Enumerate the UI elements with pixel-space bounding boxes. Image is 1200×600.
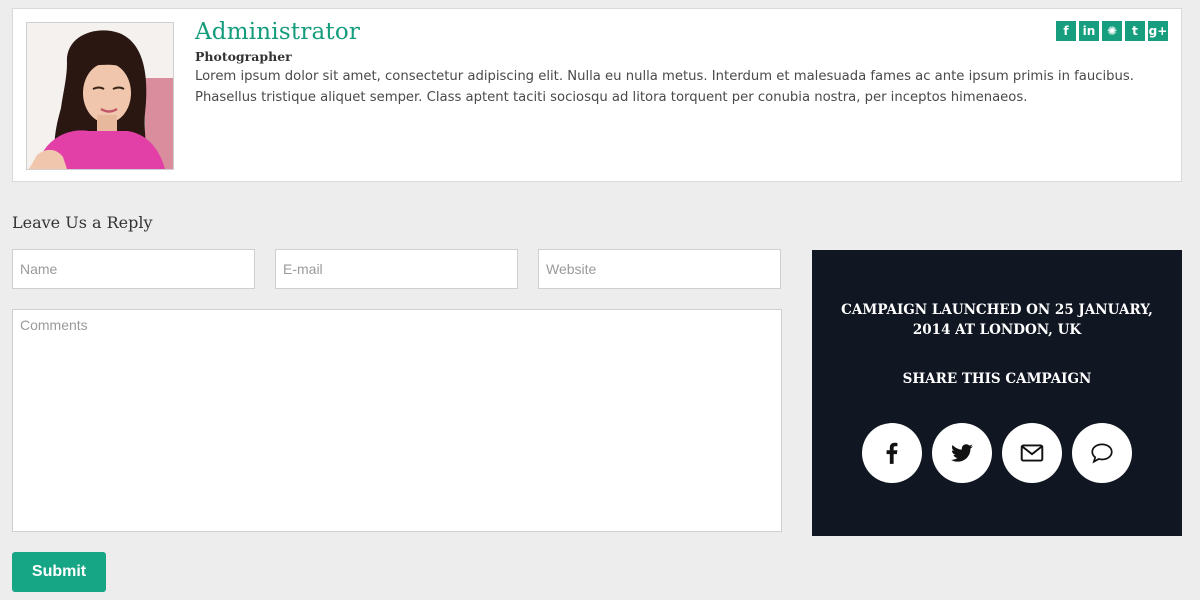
dribbble-icon[interactable]: ✺ [1102,21,1122,41]
share-twitter-button[interactable] [932,423,992,483]
author-bio: Lorem ipsum dolor sit amet, consectetur … [195,69,1134,105]
author-avatar [26,22,174,170]
reply-title: Leave Us a Reply [12,213,153,232]
twitter-icon[interactable]: t [1125,21,1145,41]
email-input[interactable] [275,249,518,289]
share-facebook-button[interactable] [862,423,922,483]
campaign-panel: Campaign launched on 25 January, 2014 at… [812,250,1182,536]
submit-button[interactable]: Submit [12,552,106,592]
envelope-icon [1020,444,1044,462]
share-comment-button[interactable] [1072,423,1132,483]
comment-icon [1091,443,1113,464]
name-input[interactable] [12,249,255,289]
author-box: Administrator Photographer Lorem ipsum d… [12,8,1182,182]
website-input[interactable] [538,249,781,289]
share-buttons [862,423,1132,483]
twitter-icon [950,444,973,462]
facebook-icon [886,442,898,464]
author-name[interactable]: Administrator [195,19,360,45]
share-title: Share this campaign [902,371,1092,387]
author-role: Photographer [195,49,292,64]
linkedin-icon[interactable]: in [1079,21,1099,41]
google-plus-icon[interactable]: g+ [1148,21,1168,41]
author-social-links: f in ✺ t g+ [1056,21,1168,41]
avatar-photo [27,23,173,169]
facebook-icon[interactable]: f [1056,21,1076,41]
campaign-info: Campaign launched on 25 January, 2014 at… [841,302,1153,338]
share-email-button[interactable] [1002,423,1062,483]
comments-textarea[interactable] [12,309,782,532]
